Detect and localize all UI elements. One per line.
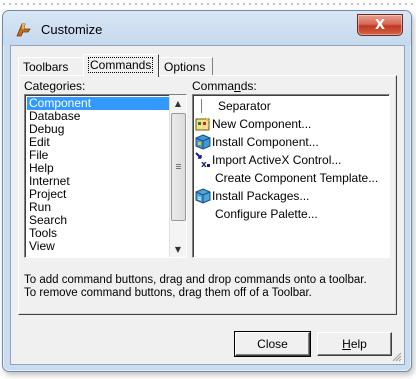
help-button[interactable]: Help (317, 332, 392, 356)
install-packages-icon (195, 188, 211, 204)
scroll-down-icon[interactable]: ▼ (170, 241, 186, 257)
instructions-line-1: To add command buttons, drag and drop co… (24, 274, 367, 286)
list-item[interactable]: Install Packages... (195, 187, 309, 205)
window-title: Customize (41, 22, 103, 37)
svg-text:x: x (201, 160, 207, 168)
close-icon: X (374, 17, 386, 33)
commands-label: Commands: (192, 79, 257, 93)
instructions-line-2: To remove command buttons, drag them off… (24, 287, 312, 299)
list-item[interactable]: Configure Palette... (195, 205, 318, 223)
list-item[interactable]: Create Component Template... (195, 169, 378, 187)
list-item[interactable]: View (27, 240, 57, 253)
tab-toolbars[interactable]: Toolbars (18, 57, 84, 76)
desktop-dotted-border (0, 0, 416, 8)
thumb-grip (176, 168, 181, 169)
tab-toolbars-label: Toolbars (23, 60, 69, 74)
close-button[interactable]: Close (234, 331, 311, 357)
instructions-text: To add command buttons, drag and drop co… (24, 274, 394, 300)
help-button-label: Help (342, 337, 367, 351)
categories-scrollbar[interactable]: ▲ ▼ (169, 95, 186, 257)
command-label: Install Component... (212, 135, 319, 149)
window-close-button[interactable]: X (357, 14, 403, 36)
command-label: Create Component Template... (215, 171, 379, 185)
tab-commands[interactable]: Commands (83, 54, 159, 77)
tab-options-label: Options (164, 60, 206, 74)
install-component-icon (195, 134, 211, 150)
list-item[interactable]: Separator (195, 97, 271, 115)
import-activex-icon: x (195, 152, 210, 168)
thumb-grip (176, 166, 181, 167)
resize-grip-icon[interactable] (392, 352, 402, 362)
customize-dialog: Customize X Toolbars Commands Options Ca… (2, 10, 412, 372)
list-item[interactable]: x Import ActiveX Control... (195, 151, 341, 169)
command-label: Configure Palette... (215, 207, 318, 221)
command-label: Import ActiveX Control... (212, 153, 342, 167)
tab-commands-label: Commands (88, 57, 154, 73)
scrollbar-thumb[interactable] (171, 113, 186, 221)
categories-listbox[interactable]: Component Database Debug Edit File Help … (24, 94, 187, 258)
list-item[interactable]: Install Component... (195, 133, 319, 151)
separator-icon (201, 99, 203, 113)
command-label: Install Packages... (212, 189, 310, 203)
thumb-grip (176, 164, 181, 165)
list-item[interactable]: New Component... (195, 115, 311, 133)
new-component-icon (195, 117, 210, 131)
command-label: Separator (218, 99, 271, 113)
dialog-client-area: Toolbars Commands Options Categories: Co… (10, 45, 405, 365)
title-bar[interactable]: Customize X (3, 11, 411, 45)
delphi-helmet-icon (16, 23, 31, 37)
tab-options[interactable]: Options (159, 57, 213, 76)
commands-listbox[interactable]: Separator New Component... Install Compo… (192, 94, 390, 258)
commands-tab-panel: Categories: Commands: Component Database… (18, 75, 397, 315)
scroll-up-icon[interactable]: ▲ (170, 95, 186, 111)
command-label: New Component... (212, 117, 312, 131)
categories-label: Categories: (24, 79, 86, 93)
close-button-label: Close (257, 337, 288, 351)
